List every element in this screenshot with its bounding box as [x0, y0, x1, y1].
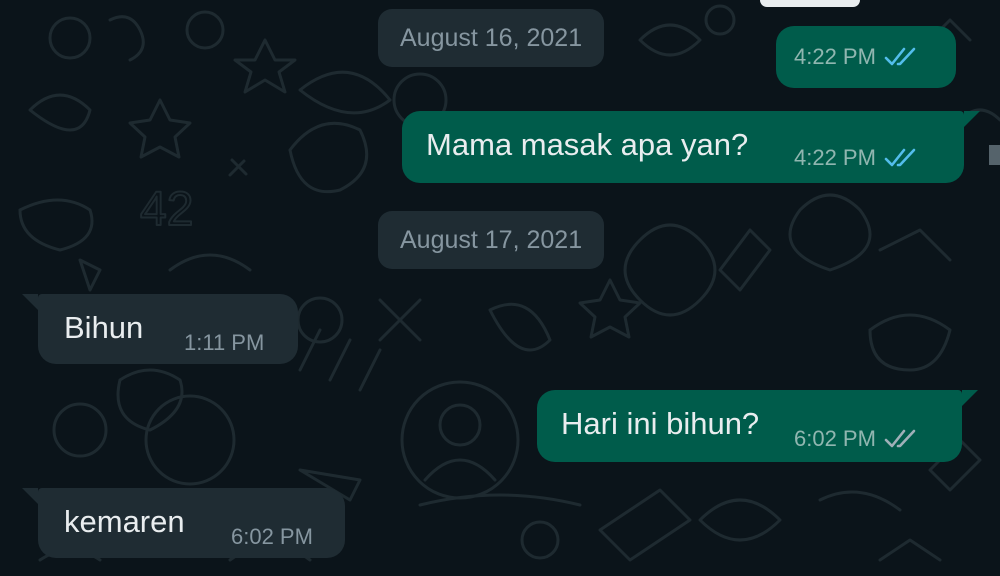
- message-time: 4:22 PM: [794, 44, 876, 69]
- message-text: kemaren: [64, 504, 185, 539]
- message-bubble-incoming[interactable]: Bihun 1:11 PM: [22, 294, 298, 364]
- message-bubble-outgoing[interactable]: Mama masak apa yan? 4:22 PM: [402, 111, 980, 183]
- message-time: 4:22 PM: [794, 145, 876, 170]
- sticker-preview[interactable]: [760, 0, 860, 7]
- message-time: 6:02 PM: [231, 524, 313, 549]
- message-text: Mama masak apa yan?: [426, 127, 749, 162]
- message-meta: 6:02 PM: [794, 426, 920, 452]
- message-meta: 4:22 PM: [794, 145, 920, 171]
- scrollbar-thumb[interactable]: [989, 145, 1000, 165]
- message-meta: 1:11 PM: [184, 330, 264, 356]
- date-separator: August 17, 2021: [378, 211, 605, 269]
- message-text: Hari ini bihun?: [561, 406, 760, 441]
- chat-area[interactable]: August 16, 2021 4:22 PM Mama masak apa y…: [0, 0, 1000, 576]
- read-ticks-icon: [884, 47, 916, 66]
- message-meta: 6:02 PM: [231, 524, 313, 550]
- delivered-ticks-icon: [884, 429, 916, 448]
- date-separator: August 16, 2021: [378, 9, 605, 67]
- message-bubble-outgoing[interactable]: 4:22 PM: [776, 26, 956, 88]
- message-time: 1:11 PM: [184, 330, 265, 355]
- message-text: Bihun: [64, 310, 144, 345]
- read-ticks-icon: [884, 148, 916, 167]
- message-bubble-outgoing[interactable]: Hari ini bihun? 6:02 PM: [537, 390, 978, 462]
- message-meta: 4:22 PM: [794, 44, 920, 70]
- message-bubble-incoming[interactable]: kemaren 6:02 PM: [22, 488, 345, 558]
- message-time: 6:02 PM: [794, 426, 876, 451]
